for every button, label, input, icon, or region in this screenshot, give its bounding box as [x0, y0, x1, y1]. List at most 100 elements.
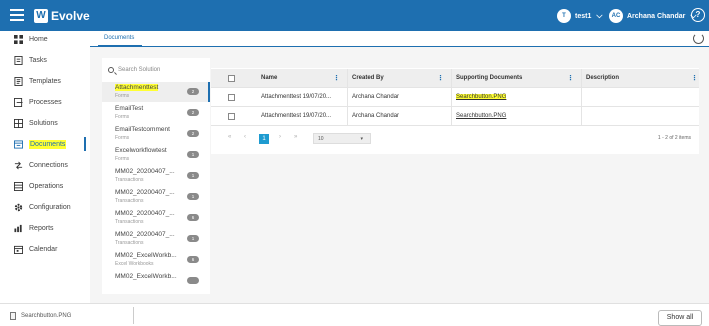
- column-menu-icon[interactable]: ⋮: [567, 74, 574, 82]
- prev-page-button[interactable]: ‹: [244, 134, 246, 140]
- column-header-created-by[interactable]: Created By: [347, 69, 445, 88]
- sidebar-item-label: Operations: [29, 182, 64, 190]
- solution-name: Excelworkflowtest: [115, 147, 167, 154]
- row-name: Attachmenttest 19/07/20...: [261, 94, 332, 100]
- sidebar-item-connections[interactable]: Connections: [14, 158, 68, 172]
- page-size-value: 10: [318, 136, 324, 142]
- search-icon: [108, 67, 114, 73]
- solution-item[interactable]: MM02_ExcelWorkb... Excel Workbooks 6: [102, 250, 210, 270]
- column-menu-icon[interactable]: ⋮: [333, 74, 340, 82]
- row-supporting-document: Searchbutton.PNG: [451, 107, 579, 126]
- app-logo[interactable]: W Evolve: [34, 8, 90, 23]
- sidebar-item-processes[interactable]: Processes: [14, 95, 62, 109]
- processes-icon: [14, 97, 23, 107]
- search-placeholder: Search Solution: [118, 67, 161, 73]
- tab-documents[interactable]: Documents: [104, 35, 134, 41]
- column-menu-icon[interactable]: ⋮: [437, 74, 444, 82]
- row-checkbox[interactable]: [228, 94, 235, 101]
- last-page-button[interactable]: »: [294, 134, 297, 140]
- page-size-select[interactable]: 10 ▾: [313, 133, 371, 144]
- solution-name: EmailTestcomment: [115, 126, 170, 133]
- caret-down-icon: ▾: [360, 136, 363, 142]
- solution-name: MM02_20200407_...: [115, 189, 175, 196]
- table-row[interactable]: Attachmenttest 19/07/20... Archana Chand…: [211, 88, 699, 107]
- sidebar-item-home[interactable]: Home: [14, 32, 48, 46]
- solution-item[interactable]: Attachmenttest Forms 2: [102, 82, 210, 102]
- templates-icon: [14, 76, 23, 86]
- solution-type: Transactions: [115, 240, 144, 246]
- sidebar-item-label: Calendar: [29, 245, 58, 253]
- sidebar-item-solutions[interactable]: Solutions: [14, 116, 58, 130]
- first-page-button[interactable]: «: [228, 134, 231, 140]
- solution-count-badge: 1: [187, 193, 199, 200]
- row-name: Attachmenttest 19/07/20...: [261, 113, 332, 119]
- solution-item[interactable]: EmailTestcomment Forms 2: [102, 124, 210, 144]
- sidebar-item-tasks[interactable]: Tasks: [14, 53, 47, 67]
- tasks-icon: [14, 55, 23, 65]
- solution-item[interactable]: MM02_20200407_... Transactions 1: [102, 187, 210, 207]
- chevron-down-icon: ⌵: [596, 11, 603, 20]
- pagination-range: 1 - 2 of 2 items: [657, 135, 691, 141]
- solution-type: Forms: [115, 156, 130, 162]
- solution-item[interactable]: MM02_20200407_... Transactions 1: [102, 166, 210, 186]
- select-all-checkbox[interactable]: [228, 75, 235, 82]
- sidebar-item-label: Tasks: [29, 56, 47, 64]
- solution-item[interactable]: MM02_20200407_... Transactions 1: [102, 229, 210, 249]
- solution-item[interactable]: Excelworkflowtest Forms 1: [102, 145, 210, 165]
- sidebar-item-reports[interactable]: Reports: [14, 221, 54, 235]
- download-item[interactable]: Searchbutton.PNG: [10, 312, 71, 320]
- solution-item[interactable]: EmailTest Forms 2: [102, 103, 210, 123]
- tenant-name: test1: [575, 12, 592, 20]
- user-menu[interactable]: AC Archana Chandar ⌵: [609, 8, 696, 24]
- user-name: Archana Chandar: [627, 12, 686, 20]
- sidebar-item-calendar[interactable]: Calendar: [14, 242, 57, 256]
- sidebar-item-label: Templates: [29, 77, 61, 85]
- column-menu-icon[interactable]: ⋮: [691, 74, 698, 82]
- show-all-button[interactable]: Show all: [658, 310, 702, 326]
- sidebar-item-label: Documents: [29, 139, 67, 149]
- solution-name: MM02_20200407_...: [115, 210, 175, 217]
- current-page-button[interactable]: 1: [259, 134, 269, 144]
- solution-item[interactable]: MM02_ExcelWorkb...: [102, 271, 210, 291]
- solution-name: MM02_ExcelWorkb...: [115, 252, 177, 259]
- row-supporting-document: Searchbutton.PNG: [451, 88, 579, 107]
- supporting-document-link[interactable]: Searchbutton.PNG: [456, 113, 506, 119]
- sidebar-item-documents[interactable]: Documents: [14, 137, 67, 151]
- download-bar: Searchbutton.PNG Show all: [0, 303, 709, 326]
- hamburger-menu-icon[interactable]: [10, 9, 24, 21]
- column-header-description[interactable]: Description: [581, 69, 699, 88]
- solution-list-panel: Search Solution Attachmenttest Forms 2 E…: [102, 58, 210, 294]
- help-circle-icon[interactable]: ?: [691, 8, 705, 22]
- solution-count-badge: 2: [187, 88, 199, 95]
- table-row[interactable]: Attachmenttest 19/07/20... Archana Chand…: [211, 107, 699, 126]
- table-header-row: Name ⋮ Created By ⋮ Supporting Documents…: [211, 69, 699, 88]
- solution-type: Forms: [115, 135, 130, 141]
- reports-icon: [14, 224, 22, 232]
- sidebar-item-templates[interactable]: Templates: [14, 74, 61, 88]
- solution-item[interactable]: MM02_20200407_... Transactions 6: [102, 208, 210, 228]
- row-checkbox[interactable]: [228, 113, 235, 120]
- sidebar-item-operations[interactable]: Operations: [14, 179, 63, 193]
- solutions-icon: [14, 118, 23, 128]
- column-header-supporting-documents[interactable]: Supporting Documents: [451, 69, 577, 88]
- documents-table-panel: Name ⋮ Created By ⋮ Supporting Documents…: [211, 68, 699, 154]
- tenant-switcher[interactable]: T test1 ⌵: [557, 8, 602, 24]
- refresh-icon[interactable]: [693, 33, 704, 44]
- solution-type: Forms: [115, 93, 130, 99]
- next-page-button[interactable]: ›: [279, 134, 281, 140]
- search-solution-input[interactable]: Search Solution: [108, 64, 204, 76]
- column-header-name[interactable]: Name: [257, 69, 343, 88]
- row-description: [581, 88, 699, 107]
- main-content: Documents Search Solution Attachmenttest…: [90, 31, 709, 303]
- row-created-by: Archana Chandar: [347, 88, 449, 107]
- solution-type: Transactions: [115, 177, 144, 183]
- solution-name: Attachmenttest: [115, 84, 159, 91]
- supporting-document-link[interactable]: Searchbutton.PNG: [456, 94, 507, 100]
- documents-icon: [14, 139, 23, 149]
- sidebar-item-configuration[interactable]: Configuration: [14, 200, 71, 214]
- solution-type: Transactions: [115, 198, 144, 204]
- user-avatar: AC: [609, 9, 623, 23]
- sidebar-item-label: Solutions: [29, 119, 58, 127]
- solution-count-badge: 1: [187, 151, 199, 158]
- logo-mark: W: [34, 8, 48, 23]
